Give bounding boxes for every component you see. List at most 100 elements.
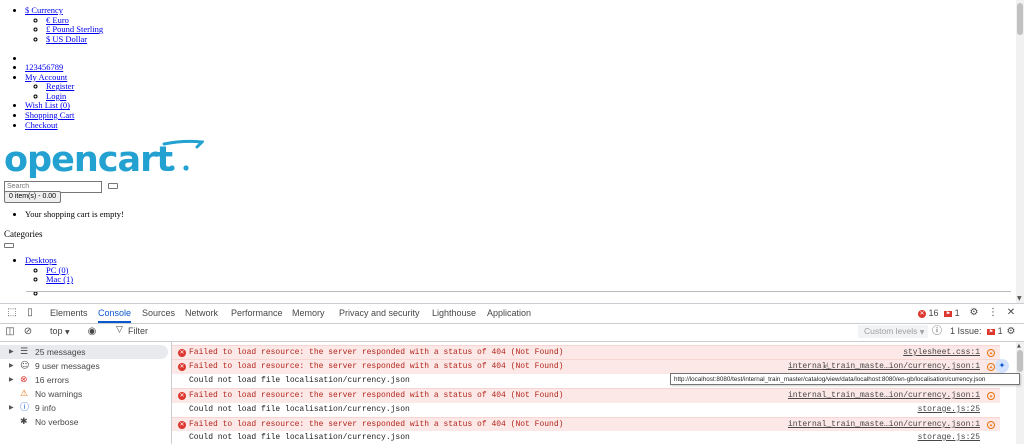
top-links: 123456789 My Account Register Login Wish… <box>0 62 74 130</box>
sidebar-item-messages[interactable]: ▶ ☰ 25 messages <box>0 345 168 359</box>
menu-divider <box>26 291 1011 292</box>
opencart-logo[interactable]: opencart <box>4 138 204 178</box>
sidebar-label: No verbose <box>35 417 79 427</box>
tab-elements[interactable]: Elements <box>50 304 88 323</box>
my-account-link[interactable]: My Account <box>25 72 67 82</box>
sidebar-item-user-messages[interactable]: ▶ ☺ 9 user messages <box>0 359 168 373</box>
currency-toggle[interactable]: $ Currency <box>25 5 63 15</box>
menu-toggle-button[interactable] <box>4 243 14 248</box>
shopping-cart-link[interactable]: Shopping Cart <box>25 110 74 120</box>
clear-console-icon[interactable]: ⊘ <box>22 326 34 338</box>
mouse-cursor-icon: ☝ <box>823 362 830 373</box>
inspect-element-icon[interactable]: ⬚ <box>6 307 18 319</box>
sidebar-item-errors[interactable]: ▶ ⊗ 16 errors <box>0 373 168 387</box>
sidebar-item-warnings[interactable]: ⚠ No warnings <box>0 387 168 401</box>
register-link[interactable]: Register <box>46 81 74 91</box>
console-toolbar: ◫ ⊘ top ▼ ◉ ▽ Filter Custom levels ▼ ⓘ 1… <box>0 323 1024 342</box>
log-levels-label: Custom levels <box>864 326 918 336</box>
expand-arrow-icon[interactable]: ▶ <box>9 345 14 359</box>
issues-label: 1 Issue: <box>950 326 982 336</box>
ai-insights-icon[interactable]: ✦ <box>987 349 995 357</box>
logo-text: opencart <box>4 140 172 178</box>
more-options-icon[interactable]: ⋮ <box>987 307 999 319</box>
error-counter[interactable]: ✕ 16 ⚑ 1 <box>918 304 960 323</box>
devtools-tabbar: ⬚ ▯ Elements Console Sources Network Per… <box>0 304 1024 324</box>
scroll-up-arrow-icon[interactable]: ▲ <box>1017 343 1021 349</box>
log-row-error: ✕ Failed to load resource: the server re… <box>172 359 1000 374</box>
ai-insights-icon[interactable]: ✦ <box>987 363 995 371</box>
category-menu: Desktops PC (0) Mac (1) <box>0 255 73 298</box>
devtools-panel: ⬚ ▯ Elements Console Sources Network Per… <box>0 303 1024 444</box>
page-scrollbar[interactable]: ▼ <box>1016 0 1024 303</box>
wishlist-link[interactable]: Wish List (0) <box>25 100 70 111</box>
currency-dollar[interactable]: $ US Dollar <box>46 34 87 44</box>
ai-insights-icon[interactable]: ✦ <box>987 392 995 400</box>
console-settings-gear-icon[interactable]: ⚙ <box>1005 326 1017 338</box>
eye-icon[interactable]: ◉ <box>86 326 98 338</box>
categories-title: Categories <box>4 229 43 239</box>
webpage: $ Currency € Euro £ Pound Sterling $ US … <box>0 0 1016 303</box>
gear-icon[interactable]: ⚙ <box>968 307 980 319</box>
log-message: Failed to load resource: the server resp… <box>189 362 564 371</box>
sidebar-label: No warnings <box>35 389 83 399</box>
log-row-error: ✕ Failed to load resource: the server re… <box>172 345 1000 360</box>
currency-pound[interactable]: £ Pound Sterling <box>46 24 103 34</box>
expand-arrow-icon[interactable]: ▶ <box>9 359 14 373</box>
close-icon[interactable]: ✕ <box>1005 307 1017 319</box>
menu-pc[interactable]: PC (0) <box>46 265 68 275</box>
cart-dropdown: Your shopping cart is empty! <box>0 209 124 220</box>
expand-arrow-icon[interactable]: ▶ <box>9 401 14 415</box>
cart-total-button[interactable]: 0 item(s) - 0.00 <box>4 191 62 203</box>
info-icon: ⓘ <box>20 403 30 413</box>
log-source-link[interactable]: internal_train_maste…ion/currency.json:1 <box>788 389 980 403</box>
log-row-message: Could not load file localisation/currenc… <box>172 431 1000 444</box>
log-row-message: Could not load file localisation/currenc… <box>172 403 1000 417</box>
expand-arrow-icon[interactable]: ▶ <box>9 373 14 387</box>
filter-input[interactable]: ▽ Filter <box>112 325 852 338</box>
issue-flag-count: 1 <box>954 308 960 318</box>
tab-network[interactable]: Network <box>185 304 218 323</box>
log-source-link[interactable]: internal_train_maste…ion/currency.json:1 <box>788 418 980 432</box>
menu-desktops[interactable]: Desktops <box>25 255 57 265</box>
tab-console[interactable]: Console <box>98 304 132 323</box>
source-url-tooltip: http://localhost:8080/test/internal_trai… <box>670 373 1020 385</box>
console-scrollbar[interactable]: ▲ <box>1016 342 1024 444</box>
search-button[interactable] <box>108 183 119 190</box>
ai-insights-icon[interactable]: ✦ <box>987 421 995 429</box>
issues-button[interactable]: 1 Issue: ⚑ 1 <box>950 326 1003 336</box>
tab-privacy-security[interactable]: Privacy and security <box>339 304 420 323</box>
log-source-link[interactable]: storage.js:25 <box>918 431 980 444</box>
log-message: Failed to load resource: the server resp… <box>189 391 564 400</box>
sidebar-toggle-icon[interactable]: ◫ <box>4 326 16 338</box>
login-link[interactable]: Login <box>46 91 66 101</box>
user-icon: ☺ <box>20 361 30 371</box>
filter-icon: ▽ <box>116 325 123 335</box>
log-levels-dropdown[interactable]: Custom levels ▼ <box>858 325 928 338</box>
logo-wheel-right <box>183 165 189 171</box>
info-circle-icon: ⓘ <box>932 326 942 337</box>
console-scrollbar-thumb[interactable] <box>1017 350 1023 372</box>
error-circle-icon: ✕ <box>918 309 926 318</box>
device-toolbar-icon[interactable]: ▯ <box>24 307 36 319</box>
tab-performance[interactable]: Performance <box>231 304 283 323</box>
lightbulb-icon[interactable]: ✦ <box>995 359 1009 373</box>
log-source-link[interactable]: storage.js:25 <box>918 403 980 417</box>
scroll-down-arrow-icon[interactable]: ▼ <box>1017 295 1022 302</box>
currency-euro[interactable]: € Euro <box>46 15 69 25</box>
tab-lighthouse[interactable]: Lighthouse <box>432 304 476 323</box>
sidebar-item-verbose[interactable]: ✱ No verbose <box>0 415 168 429</box>
context-label: top <box>50 326 63 336</box>
tab-sources[interactable]: Sources <box>142 304 175 323</box>
phone-link[interactable]: 123456789 <box>25 62 63 72</box>
checkout-link[interactable]: Checkout <box>25 120 58 130</box>
sidebar-item-info[interactable]: ▶ ⓘ 9 info <box>0 401 168 415</box>
log-source-link[interactable]: internal_train_maste…ion/currency.json:1 <box>788 360 980 374</box>
tab-application[interactable]: Application <box>487 304 531 323</box>
log-source-link[interactable]: stylesheet.css:1 <box>903 346 980 360</box>
menu-mac[interactable]: Mac (1) <box>46 274 73 284</box>
error-icon: ✕ <box>178 421 186 429</box>
page-scrollbar-thumb[interactable] <box>1017 3 1023 35</box>
context-selector[interactable]: top ▼ <box>50 326 70 336</box>
tab-memory[interactable]: Memory <box>292 304 325 323</box>
error-icon: ✕ <box>178 363 186 371</box>
